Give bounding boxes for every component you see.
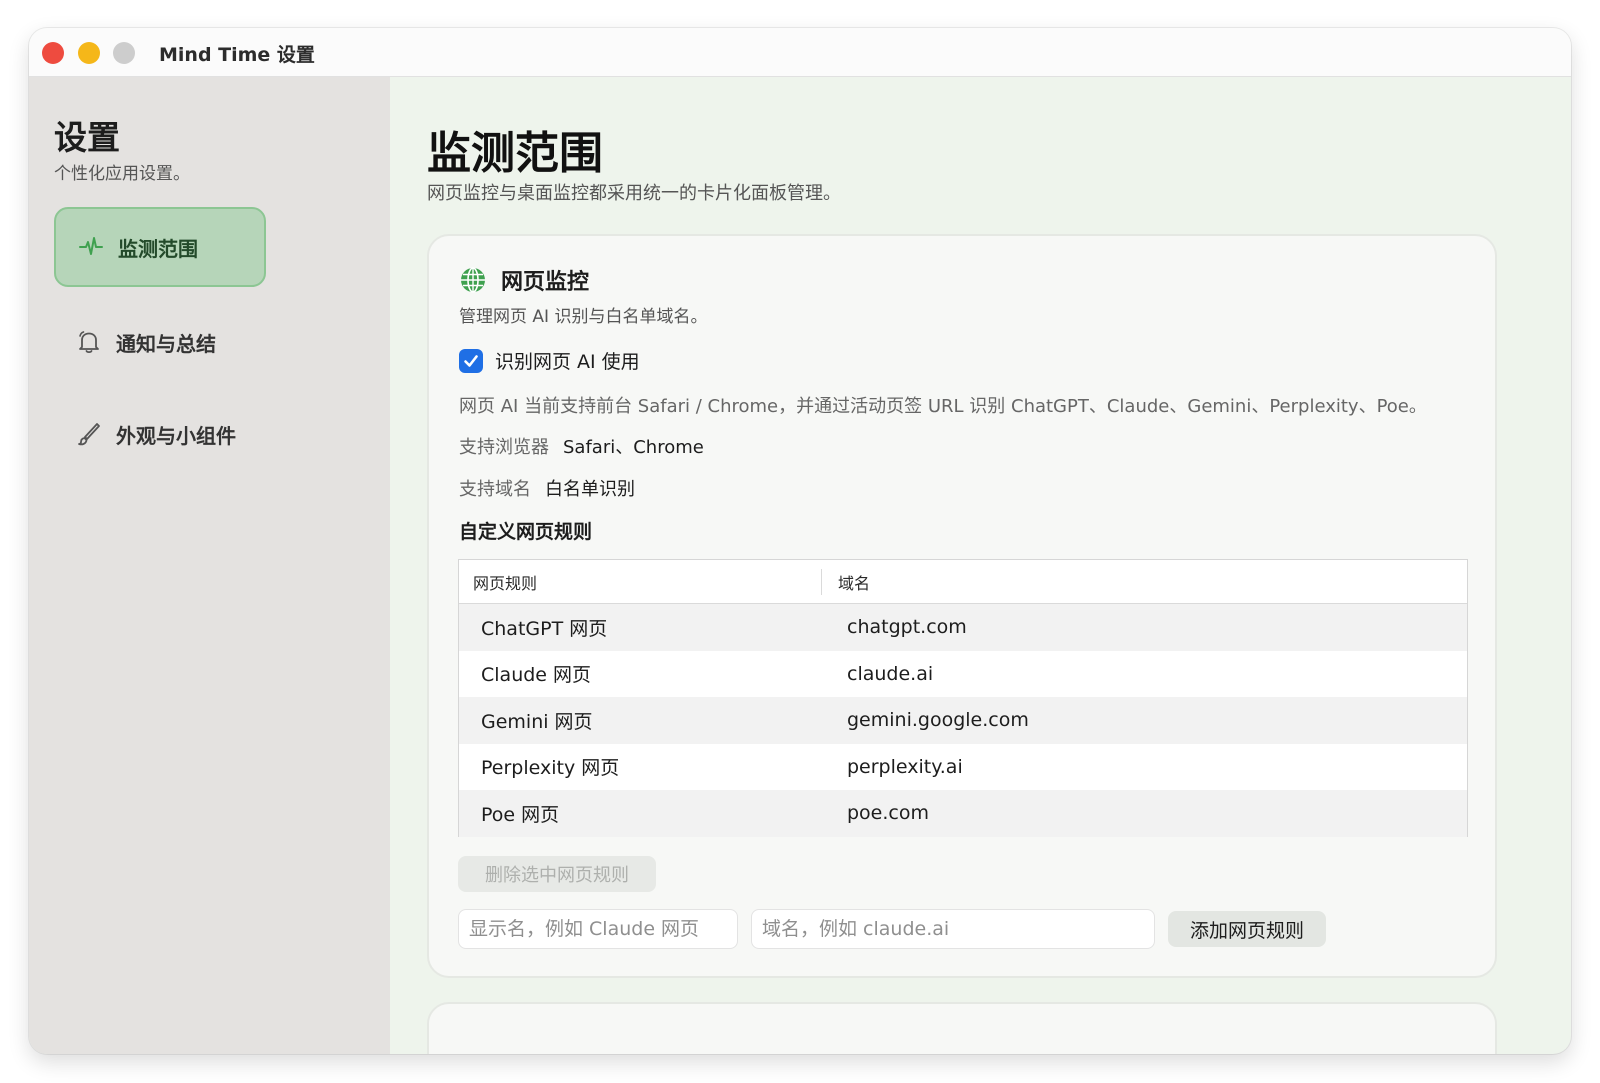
bell-icon xyxy=(74,327,104,357)
brush-icon xyxy=(74,419,104,449)
rule-cell: Perplexity 网页 xyxy=(481,757,620,780)
supported-browsers-value: Safari、Chrome xyxy=(563,437,704,458)
table-row[interactable]: Claude 网页 claude.ai xyxy=(459,651,1467,698)
custom-rules-heading: 自定义网页规则 xyxy=(459,521,593,543)
domain-cell: claude.ai xyxy=(847,662,934,685)
sidebar-item-monitor-scope[interactable]: 监测范围 xyxy=(54,207,266,287)
domain-input[interactable] xyxy=(751,909,1155,949)
supported-domains-key: 支持域名 xyxy=(459,479,531,500)
supported-browsers-row: 支持浏览器 Safari、Chrome xyxy=(459,433,704,459)
domain-cell: chatgpt.com xyxy=(847,616,967,639)
add-web-rule-button[interactable]: 添加网页规则 xyxy=(1168,911,1326,947)
web-monitor-card: 网页监控 管理网页 AI 识别与白名单域名。 识别网页 AI 使用 网页 AI … xyxy=(427,234,1497,978)
zoom-window-button[interactable] xyxy=(113,42,135,64)
sidebar-item-appearance[interactable]: 外观与小组件 xyxy=(54,394,266,474)
table-row[interactable]: Poe 网页 poe.com xyxy=(459,790,1467,837)
column-header-domain[interactable]: 域名 xyxy=(822,560,870,603)
supported-domains-row: 支持域名 白名单识别 xyxy=(459,475,635,501)
card-header: 网页监控 xyxy=(459,264,589,296)
domain-cell: perplexity.ai xyxy=(847,755,963,778)
card-title: 网页监控 xyxy=(501,270,590,295)
web-ai-detection-checkbox-row[interactable]: 识别网页 AI 使用 xyxy=(459,347,640,374)
window-title: Mind Time 设置 xyxy=(159,44,315,66)
sidebar-title: 设置 xyxy=(54,118,120,157)
minimize-window-button[interactable] xyxy=(78,42,100,64)
sidebar: 设置 个性化应用设置。 监测范围 通知与总结 外观与小组件 xyxy=(29,77,390,1054)
page-subtitle: 网页监控与桌面监控都采用统一的卡片化面板管理。 xyxy=(427,183,841,204)
page-title: 监测范围 xyxy=(427,128,603,179)
rule-cell: Poe 网页 xyxy=(481,803,560,826)
display-name-input[interactable] xyxy=(458,909,738,949)
web-rules-table: 网页规则 域名 ChatGPT 网页 chatgpt.com Claude 网页… xyxy=(458,559,1468,837)
column-header-rule[interactable]: 网页规则 xyxy=(459,568,822,595)
checkbox-label: 识别网页 AI 使用 xyxy=(495,351,640,373)
sidebar-item-label: 外观与小组件 xyxy=(116,423,236,448)
main-content: 监测范围 网页监控与桌面监控都采用统一的卡片化面板管理。 网页监控 管理网页 A… xyxy=(390,77,1571,1054)
settings-window: Mind Time 设置 设置 个性化应用设置。 监测范围 通知与总结 外观与小… xyxy=(29,28,1571,1054)
domain-cell: poe.com xyxy=(847,802,929,825)
support-note: 网页 AI 当前支持前台 Safari / Chrome，并通过活动页签 URL… xyxy=(459,396,1427,417)
table-header: 网页规则 域名 xyxy=(459,560,1467,604)
sidebar-item-notifications[interactable]: 通知与总结 xyxy=(54,302,266,382)
supported-browsers-key: 支持浏览器 xyxy=(459,437,549,458)
supported-domains-value: 白名单识别 xyxy=(545,479,635,500)
delete-selected-rule-button[interactable]: 删除选中网页规则 xyxy=(458,856,656,892)
table-row[interactable]: Gemini 网页 gemini.google.com xyxy=(459,697,1467,744)
rule-cell: ChatGPT 网页 xyxy=(481,617,608,640)
checkmark-icon xyxy=(464,354,478,367)
web-ai-detection-checkbox[interactable] xyxy=(459,348,483,373)
sidebar-item-label: 监测范围 xyxy=(118,236,198,261)
rule-cell: Gemini 网页 xyxy=(481,710,593,733)
desktop-monitor-card xyxy=(427,1002,1497,1054)
rule-cell: Claude 网页 xyxy=(481,664,592,687)
table-row[interactable]: ChatGPT 网页 chatgpt.com xyxy=(459,604,1467,651)
globe-icon xyxy=(459,266,487,294)
close-window-button[interactable] xyxy=(42,42,64,64)
title-bar: Mind Time 设置 xyxy=(29,28,1571,77)
waveform-icon xyxy=(76,232,106,262)
sidebar-item-label: 通知与总结 xyxy=(116,331,216,356)
table-body: ChatGPT 网页 chatgpt.com Claude 网页 claude.… xyxy=(459,604,1467,837)
table-row[interactable]: Perplexity 网页 perplexity.ai xyxy=(459,744,1467,791)
sidebar-subtitle: 个性化应用设置。 xyxy=(54,164,190,184)
domain-cell: gemini.google.com xyxy=(847,709,1029,732)
card-subtitle: 管理网页 AI 识别与白名单域名。 xyxy=(459,307,708,327)
